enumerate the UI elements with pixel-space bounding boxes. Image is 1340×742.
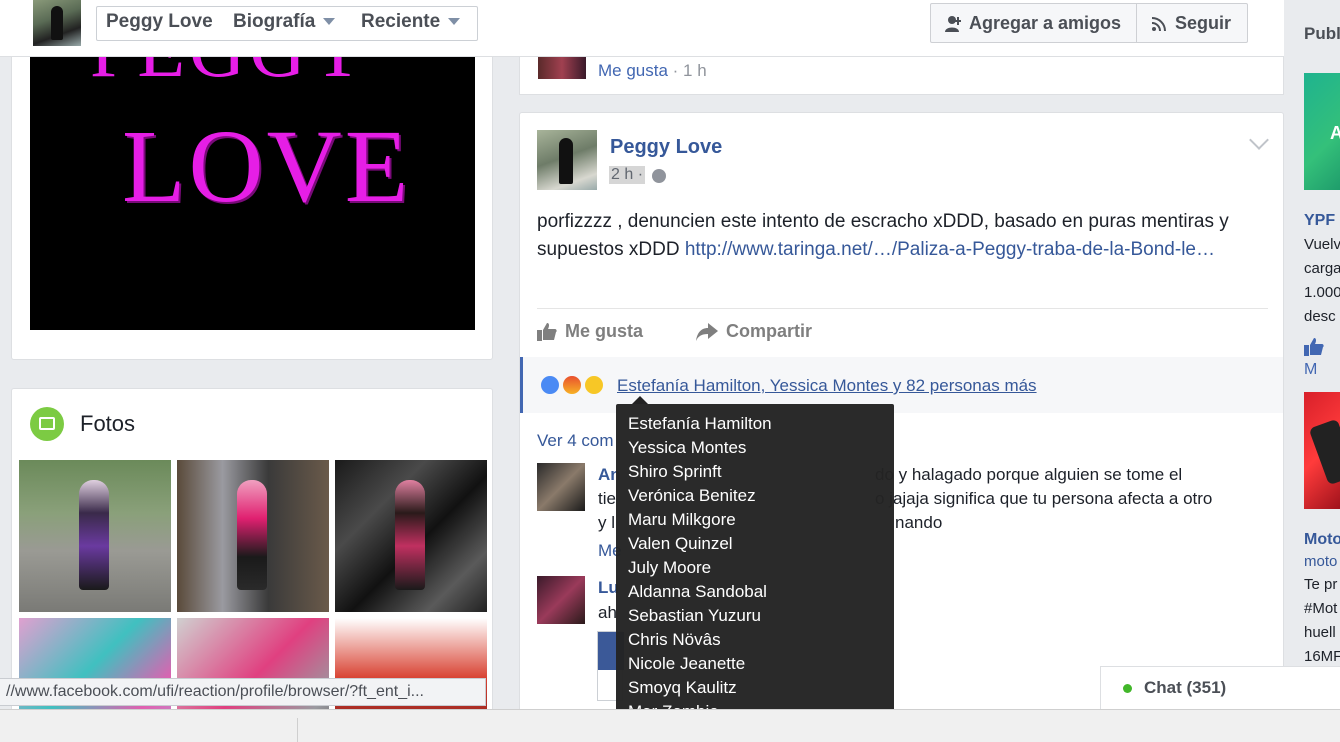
ad-text: #Mot [1304,600,1338,617]
ad-text: Vuelv [1304,236,1340,253]
commenter-avatar[interactable] [537,576,585,624]
share-label: Compartir [726,321,813,341]
reactor-name: Sebastian Yuzuru [628,606,761,625]
commenter-avatar[interactable] [538,57,586,79]
ad-text: huell [1304,624,1336,641]
like-reaction-icon [539,374,561,396]
chevron-down-icon[interactable] [1249,130,1269,150]
previous-post-like[interactable]: Me gusta · 1 h [598,61,707,81]
profile-avatar[interactable] [33,0,81,46]
view-more-comments[interactable]: Ver 4 com [537,431,614,451]
cover-main-text: LOVE [122,109,412,224]
browser-bottom-bar [0,709,1340,742]
reactors-tooltip: Estefanía Hamilton Yessica Montes Shiro … [616,404,894,714]
ads-title: Publ [1304,24,1340,43]
photos-icon [30,407,64,441]
add-friend-icon [945,16,962,33]
comment-text: do y halagado porque alguien se tome el [875,465,1183,484]
photo-thumbnail[interactable] [19,460,171,612]
nav-recent[interactable]: Reciente [361,11,461,33]
nav-timeline-label: Biografía [233,11,316,32]
post-author-avatar[interactable] [537,130,597,190]
rss-icon [1151,17,1166,32]
comment-text: y l [598,513,615,532]
ad-title[interactable]: Moto [1304,531,1340,549]
reactor-name: July Moore [628,558,712,577]
reactor-name: Yessica Montes [628,438,747,457]
reactor-name: Verónica Benitez [628,486,756,505]
ad-title[interactable]: YPF [1304,212,1335,230]
ads-column: Publ A YPF Vuelv carga 1.000 desc M Moto… [1285,0,1340,742]
comment-text: o jajaja significa que tu persona afecta… [875,489,1213,508]
globe-icon [652,169,666,183]
reactor-name: Shiro Sprinft [628,462,722,481]
online-status-icon [1123,684,1132,693]
cover-top-text: PEGGY [90,57,370,95]
status-bar-url: //www.facebook.com/ufi/reaction/profile/… [0,678,486,706]
ad-like-label: M [1304,361,1318,378]
thumbs-up-icon [1304,338,1324,356]
share-button[interactable]: Compartir [696,321,812,342]
haha-reaction-icon [583,374,605,396]
reactor-name: Aldanna Sandobal [628,582,767,601]
reactor-name: Chris Növâs [628,630,721,649]
ad-image-text: A [1330,123,1340,143]
angry-reaction-icon [561,374,583,396]
ad-text: carga [1304,260,1340,277]
reactor-name: Maru Milkgore [628,510,736,529]
cover-image[interactable]: PEGGY LOVE [30,57,475,330]
follow-button[interactable]: Seguir [1136,3,1248,43]
reactor-name: Valen Quinzel [628,534,733,553]
thumbs-up-icon [537,323,557,342]
ad-text: 16MF [1304,648,1340,665]
divider [297,718,298,742]
chevron-down-icon [448,18,461,26]
like-label: Me gusta [565,321,644,341]
reactors-list: Estefanía Hamilton Yessica Montes Shiro … [628,412,772,714]
prev-time: · 1 h [667,61,707,80]
chevron-down-icon [323,18,336,26]
nav-timeline[interactable]: Biografía [233,11,336,33]
nav-recent-label: Reciente [361,11,441,32]
ad-text: 1.000 [1304,284,1340,301]
post-timestamp[interactable]: 2 h · [609,166,646,184]
photo-thumbnail[interactable] [335,460,487,612]
profile-nav: Peggy Love Biografía Reciente [96,6,478,41]
comment-text: tie [598,489,616,508]
add-friend-label: Agregar a amigos [969,13,1122,33]
share-arrow-icon [696,323,718,342]
tooltip-arrow [632,396,648,404]
reactor-name: Estefanía Hamilton [628,414,772,433]
photo-thumbnail[interactable] [177,460,329,612]
ad-text: desc [1304,308,1336,325]
like-button[interactable]: Me gusta [537,321,643,342]
previous-post-footer: Me gusta · 1 h [519,57,1284,95]
comment-text: ah [598,603,617,622]
commenter-avatar[interactable] [537,463,585,511]
chat-bar[interactable]: Chat (351) [1100,666,1340,710]
ad-like-button[interactable]: M [1304,338,1340,379]
ad-text: Te pr [1304,576,1338,593]
reactor-name: Nicole Jeanette [628,654,746,673]
follow-label: Seguir [1175,13,1232,33]
post-link[interactable]: http://www.taringa.net/…/Paliza-a-Peggy-… [685,239,1215,260]
photos-title[interactable]: Fotos [80,411,135,437]
prev-like-label: Me gusta [598,61,668,80]
post-divider [537,308,1268,309]
chat-label: Chat (351) [1144,678,1227,697]
ad-image[interactable] [1304,392,1340,509]
post-text: porfizzzz , denuncien este intento de es… [537,208,1257,264]
photos-card: Fotos [11,388,493,718]
nav-profile-name[interactable]: Peggy Love [106,11,213,33]
reactions-names-link[interactable]: Estefanía Hamilton, Yessica Montes y 82 … [617,376,1037,396]
ad-subtitle[interactable]: moto [1304,553,1337,570]
ad-image[interactable]: A [1304,73,1340,190]
cover-card: PEGGY LOVE [11,57,493,360]
post-author-name[interactable]: Peggy Love [610,136,722,159]
add-friend-button[interactable]: Agregar a amigos [930,3,1137,43]
profile-top-bar: Peggy Love Biografía Reciente Agregar a … [0,0,1284,57]
comment-text: nando [895,513,943,532]
reactor-name: Smoyq Kaulitz [628,678,737,697]
